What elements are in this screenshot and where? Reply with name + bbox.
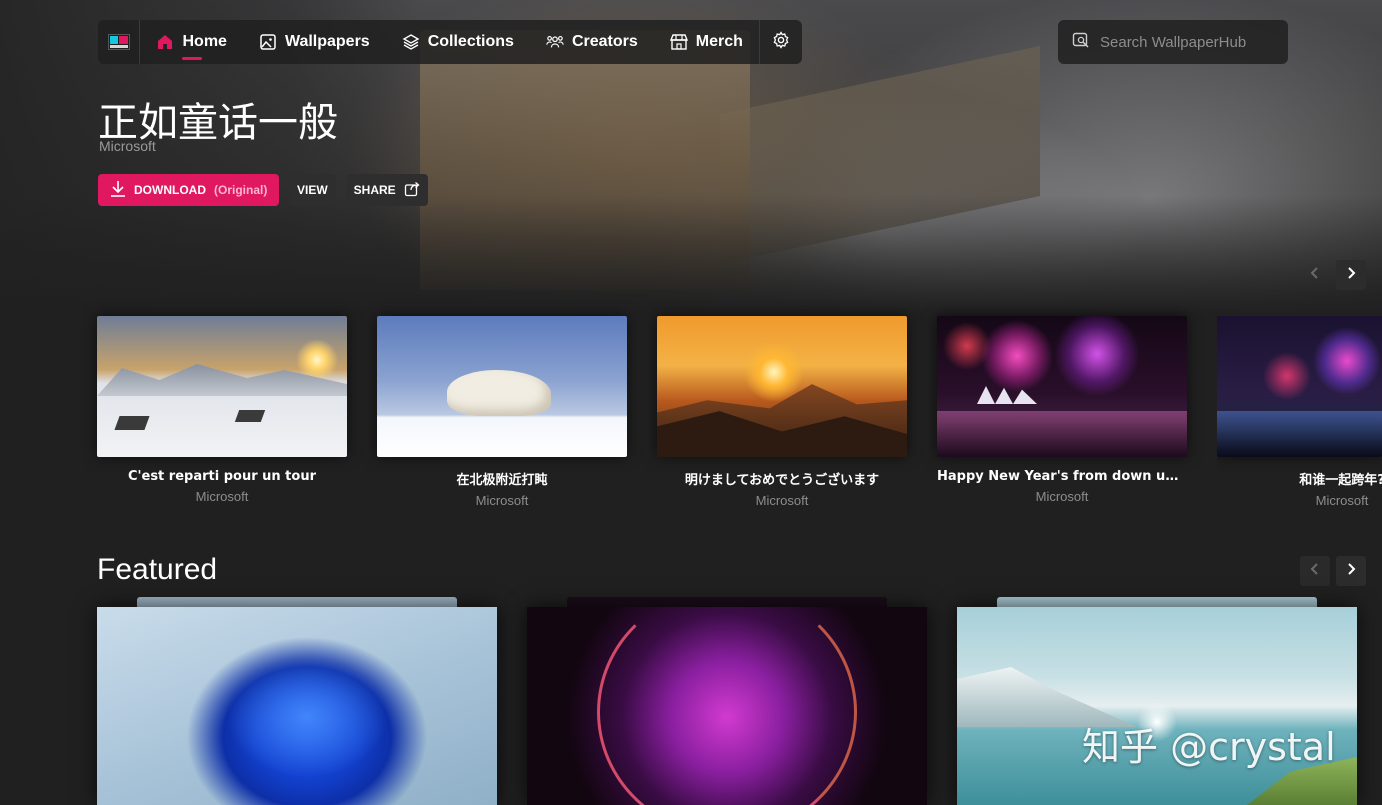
download-icon	[110, 180, 126, 201]
share-button[interactable]: SHARE	[345, 174, 428, 206]
featured-card[interactable]	[527, 607, 927, 805]
nav-home-label: Home	[182, 33, 227, 50]
featured-prev-button[interactable]	[1300, 556, 1330, 586]
nav-creators[interactable]: Creators	[530, 20, 654, 64]
image-icon	[259, 33, 277, 51]
carousel-card[interactable]: 和谁一起跨年? Microsoft	[1217, 316, 1382, 508]
search-input[interactable]	[1100, 33, 1270, 51]
download-sub-label: (Original)	[214, 183, 268, 197]
card-author: Microsoft	[1035, 489, 1089, 504]
people-icon	[546, 33, 564, 51]
nav-wallpapers[interactable]: Wallpapers	[243, 20, 386, 64]
section-title: Featured	[97, 553, 218, 586]
nav-home[interactable]: Home	[140, 20, 242, 64]
card-title: C'est reparti pour un tour	[127, 469, 316, 484]
carousel-card[interactable]: C'est reparti pour un tour Microsoft	[97, 316, 347, 504]
card-title: 在北极附近打盹	[456, 473, 548, 488]
carousel-card[interactable]: 明けましておめでとうございます Microsoft	[657, 316, 907, 508]
nav-collections[interactable]: Collections	[386, 20, 530, 64]
hero-fade	[0, 195, 1382, 315]
gear-icon	[772, 30, 790, 54]
logo-icon	[107, 34, 130, 50]
home-icon	[156, 33, 174, 51]
carousel-prev-button[interactable]	[1300, 260, 1330, 290]
search-box[interactable]	[1058, 20, 1288, 64]
layers-icon	[402, 33, 420, 51]
wallpaper-thumbnail	[1217, 316, 1382, 457]
wallpaper-thumbnail	[377, 316, 627, 457]
card-title: 明けましておめでとうございます	[684, 473, 880, 488]
nav-merch[interactable]: Merch	[654, 20, 759, 64]
card-author: Microsoft	[755, 493, 809, 508]
carousel-card[interactable]: Happy New Year's from down un... Microso…	[937, 316, 1187, 504]
hero-author[interactable]: Microsoft	[99, 138, 156, 154]
wallpaper-thumbnail	[937, 316, 1187, 457]
carousel-next-button[interactable]	[1336, 260, 1366, 290]
settings-button[interactable]	[760, 20, 802, 64]
bloom-fold	[217, 657, 397, 787]
featured-next-button[interactable]	[1336, 556, 1366, 586]
nav-collections-label: Collections	[427, 33, 514, 50]
view-label: VIEW	[297, 183, 328, 197]
nav-merch-label: Merch	[695, 33, 743, 50]
carousel-card[interactable]: 在北极附近打盹 Microsoft	[377, 316, 627, 508]
card-author: Microsoft	[475, 493, 529, 508]
glow-ring	[597, 607, 857, 805]
nav-wallpapers-label: Wallpapers	[284, 33, 370, 50]
card-author: Microsoft	[1315, 493, 1369, 508]
watermark-text: 知乎 @crystal	[1082, 725, 1336, 769]
download-button[interactable]: DOWNLOAD (Original)	[98, 174, 279, 206]
card-title: 和谁一起跨年?	[1299, 473, 1382, 488]
wallpaper-thumbnail	[97, 316, 347, 457]
featured-card[interactable]	[957, 607, 1357, 805]
share-icon	[404, 181, 420, 200]
card-title: Happy New Year's from down un...	[937, 469, 1187, 484]
search-icon	[1072, 31, 1090, 54]
share-label: SHARE	[353, 183, 396, 197]
card-author: Microsoft	[195, 489, 249, 504]
view-button[interactable]: VIEW	[289, 174, 336, 206]
featured-card[interactable]	[97, 607, 497, 805]
chevron-left-icon	[1310, 266, 1320, 285]
chevron-left-icon	[1310, 562, 1320, 581]
hero-actions: DOWNLOAD (Original) VIEW SHARE	[98, 174, 428, 206]
app-logo[interactable]	[98, 20, 141, 64]
wallpaper-thumbnail	[657, 316, 907, 457]
top-nav: Home Wallpapers Collections Creators Mer…	[98, 20, 802, 64]
store-icon	[669, 33, 688, 51]
chevron-right-icon	[1346, 266, 1356, 285]
download-label: DOWNLOAD	[134, 183, 206, 197]
nav-creators-label: Creators	[571, 33, 638, 50]
chevron-right-icon	[1346, 562, 1356, 581]
